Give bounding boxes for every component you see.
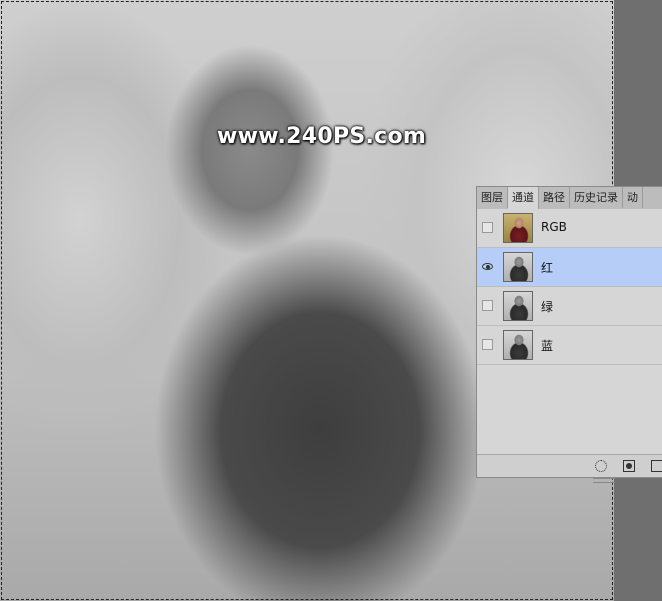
panel-tabs: 图层 通道 路径 历史记录 动 <box>477 187 662 210</box>
eye-icon[interactable] <box>482 261 493 272</box>
visibility-toggle[interactable] <box>482 222 493 233</box>
new-channel-icon[interactable] <box>651 460 662 472</box>
load-selection-icon[interactable] <box>595 460 607 472</box>
tab-layers[interactable]: 图层 <box>477 187 508 208</box>
tab-channels[interactable]: 通道 <box>508 187 539 209</box>
channel-row-green[interactable]: 绿 <box>477 287 662 326</box>
resize-grip[interactable] <box>593 478 615 483</box>
channel-thumbnail <box>503 330 533 360</box>
channel-thumbnail <box>503 291 533 321</box>
channel-name: 蓝 <box>541 339 554 353</box>
channel-row-red[interactable]: 红 <box>477 248 662 287</box>
channel-row-blue[interactable]: 蓝 <box>477 326 662 365</box>
channel-thumbnail <box>503 213 533 243</box>
channel-name: 绿 <box>541 300 554 314</box>
visibility-toggle[interactable] <box>482 339 493 350</box>
channel-name: 红 <box>541 261 554 275</box>
channel-row-rgb[interactable]: RGB <box>477 209 662 248</box>
channel-thumbnail <box>503 252 533 282</box>
panel-footer <box>477 454 662 483</box>
tab-history[interactable]: 历史记录 <box>570 187 623 208</box>
channels-panel: 图层 通道 路径 历史记录 动 RGB 红 绿 蓝 <box>476 186 662 483</box>
watermark-text: www.240PS.com <box>217 124 427 149</box>
channel-name: RGB <box>541 220 567 234</box>
save-selection-icon[interactable] <box>623 460 635 472</box>
tab-paths[interactable]: 路径 <box>539 187 570 208</box>
tab-actions[interactable]: 动 <box>623 187 643 208</box>
channel-list: RGB 红 绿 蓝 <box>477 209 662 365</box>
visibility-toggle[interactable] <box>482 300 493 311</box>
